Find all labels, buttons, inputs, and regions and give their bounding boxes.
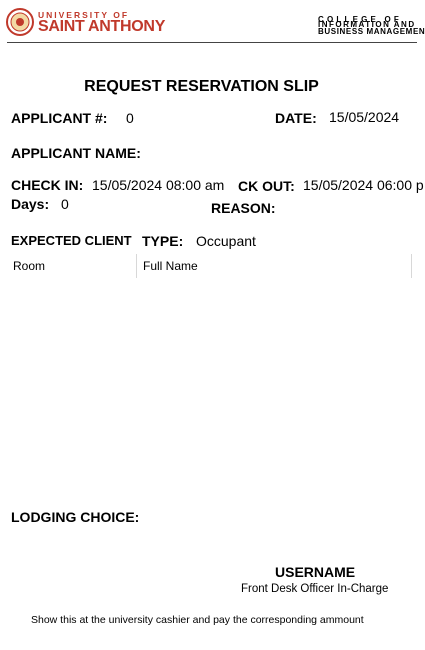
applicant-number-label: APPLICANT #: [11,110,108,126]
check-in-label: CHECK IN: [11,177,84,193]
slip-title: REQUEST RESERVATION SLIP [84,78,319,95]
university-name: SAINT ANTHONY [38,18,166,35]
university-seal-logo [6,8,34,36]
days-label: Days: [11,196,50,212]
footer-note: Show this at the university cashier and … [31,614,364,626]
header-divider [7,42,417,43]
column-header-room: Room [13,259,46,273]
days-value: 0 [61,196,69,212]
client-table-header: Room Full Name [8,254,412,278]
applicant-name-label: APPLICANT NAME: [11,145,141,161]
officer-role: Front Desk Officer In-Charge [241,583,389,595]
college-line-3: BUSINESS MANAGEMENT [318,27,425,36]
column-header-full-name: Full Name [143,259,198,273]
check-in-value: 15/05/2024 08:00 am [92,177,225,193]
check-out-value: 15/05/2024 06:00 p [303,177,424,193]
lodging-choice-label: LODGING CHOICE: [11,509,140,525]
type-value: Occupant [196,233,256,249]
applicant-number-value: 0 [126,110,134,126]
expected-client-label: EXPECTED CLIENT [11,233,132,248]
column-divider [411,254,412,278]
column-divider [136,254,137,278]
officer-username: USERNAME [275,564,356,580]
type-label: TYPE: [142,233,184,249]
date-value: 15/05/2024 [329,109,400,125]
reason-label: REASON: [211,200,276,216]
date-label: DATE: [275,110,317,126]
check-out-label: CK OUT: [236,178,295,194]
